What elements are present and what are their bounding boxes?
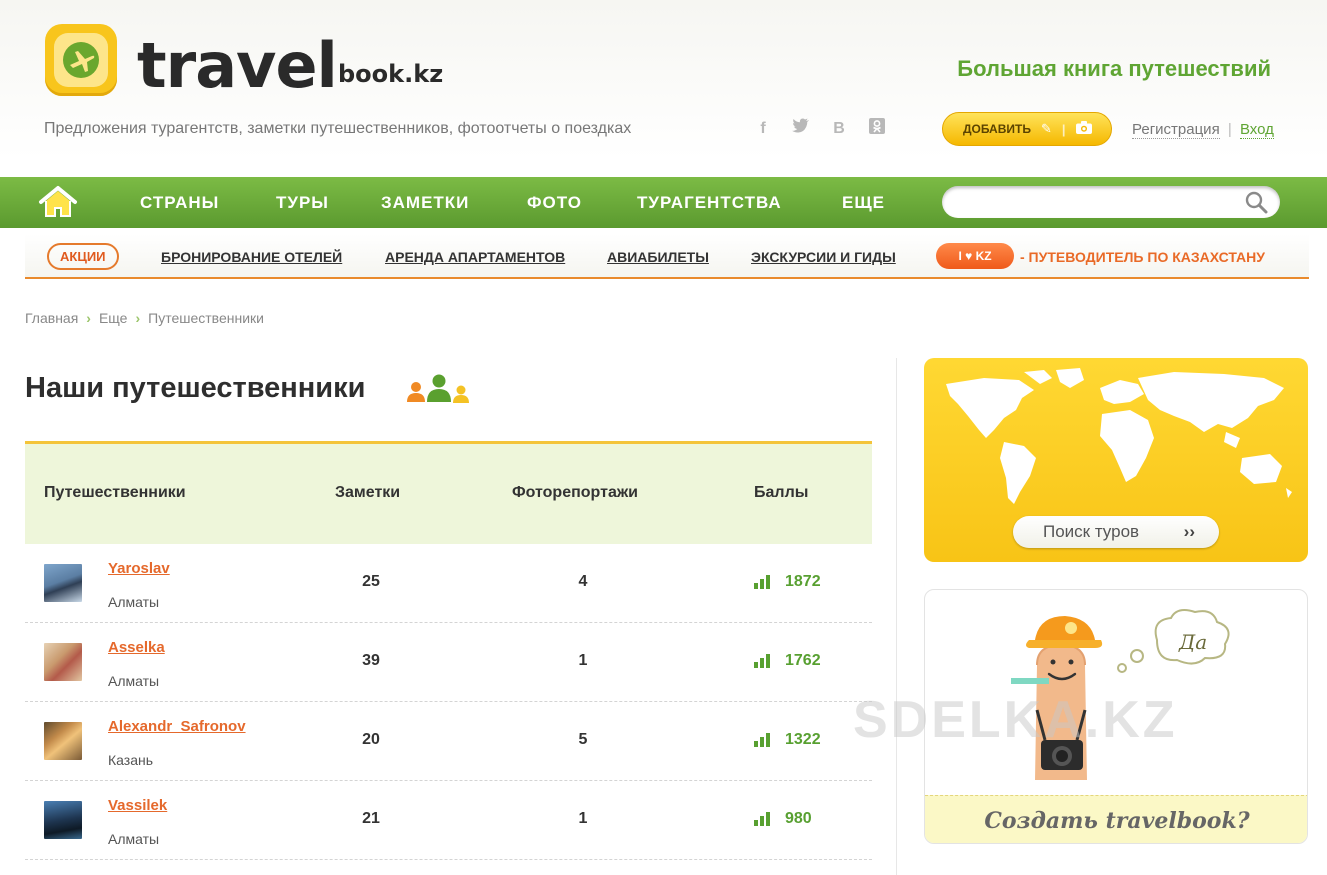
rating-bars-icon	[754, 575, 771, 589]
tour-search-banner[interactable]: Поиск туров ››	[924, 358, 1308, 562]
table-row: Vassilek Алматы 21 1 980	[25, 781, 872, 860]
column-divider	[896, 358, 897, 875]
site-header: travel book.kz Большая книга путешествий…	[0, 0, 1327, 177]
vkontakte-icon[interactable]: В	[828, 118, 850, 140]
search-icon[interactable]	[1244, 190, 1268, 214]
promotions-button[interactable]: АКЦИИ	[47, 243, 119, 270]
create-travelbook-cta[interactable]: Создать travelbook?	[925, 795, 1307, 843]
logo-plane-icon[interactable]	[45, 24, 117, 96]
facebook-icon[interactable]: f	[752, 118, 774, 140]
traveler-name-link[interactable]: Vassilek	[108, 797, 167, 814]
notes-count: 21	[362, 810, 380, 827]
nav-notes[interactable]: ЗАМЕТКИ	[381, 177, 469, 228]
search-box	[942, 186, 1280, 218]
rating-bars-icon	[754, 812, 771, 826]
double-chevron-right-icon: ››	[1183, 522, 1195, 541]
traveler-name-link[interactable]: Yaroslav	[108, 560, 170, 577]
nav-countries[interactable]: СТРАНЫ	[140, 177, 219, 228]
flights-link[interactable]: АВИАБИЛЕТЫ	[607, 249, 709, 265]
points: 980	[754, 810, 812, 828]
traveler-city: Алматы	[108, 594, 160, 610]
secondary-navigation: АКЦИИ БРОНИРОВАНИЕ ОТЕЛЕЙ АРЕНДА АПАРТАМ…	[25, 234, 1309, 279]
traveler-city: Казань	[108, 752, 154, 768]
table-header: Путешественники Заметки Фоторепортажи Ба…	[25, 441, 872, 544]
photo-reports-count: 4	[578, 573, 588, 590]
avatar[interactable]	[44, 564, 82, 602]
breadcrumb-separator: ›	[86, 310, 91, 326]
auth-separator: |	[1227, 121, 1232, 138]
points: 1322	[754, 731, 821, 749]
watermark: SDELKA.KZ	[853, 691, 1178, 749]
login-link[interactable]: Вход	[1239, 121, 1274, 139]
avatar[interactable]	[44, 643, 82, 681]
tour-search-button[interactable]: Поиск туров ››	[1013, 516, 1219, 548]
search-input[interactable]	[956, 186, 1246, 218]
points-value: 1872	[785, 573, 821, 590]
logo-domain[interactable]: book.kz	[338, 60, 443, 88]
breadcrumb-current: Путешественники	[148, 310, 264, 326]
points: 1872	[754, 573, 821, 591]
home-icon[interactable]	[38, 185, 78, 219]
travelers-table: Путешественники Заметки Фоторепортажи Ба…	[25, 441, 872, 860]
pencil-icon: ✎	[1040, 121, 1052, 136]
column-header-photo-reports: Фоторепортажи	[512, 484, 639, 501]
table-row: Yaroslav Алматы 25 4 1872	[25, 544, 872, 623]
points-value: 1762	[785, 652, 821, 669]
traveler-city: Алматы	[108, 673, 160, 689]
rating-bars-icon	[754, 733, 771, 747]
travelers-group-icon	[404, 372, 472, 406]
nav-photo[interactable]: ФОТО	[527, 177, 582, 228]
avatar[interactable]	[44, 801, 82, 839]
divider: |	[1061, 121, 1066, 137]
site-tagline: Предложения турагентств, заметки путешес…	[44, 120, 632, 137]
rating-bars-icon	[754, 654, 771, 668]
camera-icon	[1075, 121, 1092, 137]
kz-heart-badge[interactable]: I ♥ KZ	[936, 243, 1014, 269]
points: 1762	[754, 652, 821, 670]
auth-links: Регистрация | Вход	[1132, 121, 1274, 139]
add-button-label: ДОБАВИТЬ	[963, 122, 1031, 136]
column-header-points: Баллы	[754, 484, 809, 501]
notes-count: 20	[362, 731, 380, 748]
breadcrumb: Главная › Еще › Путешественники	[25, 310, 264, 326]
register-link[interactable]: Регистрация	[1132, 121, 1220, 139]
kazakhstan-guide-link[interactable]: - ПУТЕВОДИТЕЛЬ ПО КАЗАХСТАНУ	[1020, 249, 1265, 265]
add-content-button[interactable]: ДОБАВИТЬ ✎ |	[942, 112, 1112, 146]
main-navigation: СТРАНЫ ТУРЫ ЗАМЕТКИ ФОТО ТУРАГЕНТСТВА ЕЩ…	[0, 177, 1327, 228]
traveler-name-link[interactable]: Alexandr_Safronov	[108, 718, 246, 735]
breadcrumb-more[interactable]: Еще	[99, 310, 128, 326]
column-header-notes: Заметки	[335, 484, 401, 501]
points-value: 1322	[785, 731, 821, 748]
world-map-icon	[946, 368, 1292, 504]
logo-wordmark[interactable]: travel	[137, 28, 338, 104]
notes-count: 25	[362, 573, 380, 590]
column-header-travelers: Путешественники	[44, 484, 186, 501]
site-slogan: Большая книга путешествий	[957, 56, 1271, 81]
apartment-rental-link[interactable]: АРЕНДА АПАРТАМЕНТОВ	[385, 249, 565, 265]
traveler-city: Алматы	[108, 831, 160, 847]
notes-count: 39	[362, 652, 380, 669]
breadcrumb-separator: ›	[135, 310, 141, 326]
avatar[interactable]	[44, 722, 82, 760]
photo-reports-count: 1	[578, 652, 588, 669]
excursions-link[interactable]: ЭКСКУРСИИ И ГИДЫ	[751, 249, 896, 265]
photo-reports-count: 1	[578, 810, 588, 827]
photo-reports-count: 5	[578, 731, 588, 748]
odnoklassniki-icon[interactable]	[866, 118, 888, 140]
thought-bubble-text: Да	[1179, 630, 1208, 654]
points-value: 980	[785, 810, 812, 827]
page-title: Наши путешественники	[25, 372, 366, 404]
tour-search-label: Поиск туров	[1043, 522, 1140, 541]
nav-tours[interactable]: ТУРЫ	[276, 177, 329, 228]
nav-more[interactable]: ЕЩЕ	[842, 177, 885, 228]
social-links: f В	[752, 118, 888, 140]
table-row: Asselka Алматы 39 1 1762	[25, 623, 872, 702]
hotel-booking-link[interactable]: БРОНИРОВАНИЕ ОТЕЛЕЙ	[161, 249, 342, 265]
nav-agencies[interactable]: ТУРАГЕНТСТВА	[637, 177, 782, 228]
breadcrumb-home[interactable]: Главная	[25, 310, 78, 326]
traveler-name-link[interactable]: Asselka	[108, 639, 165, 656]
twitter-icon[interactable]	[790, 118, 812, 140]
table-row: Alexandr_Safronov Казань 20 5 1322	[25, 702, 872, 781]
